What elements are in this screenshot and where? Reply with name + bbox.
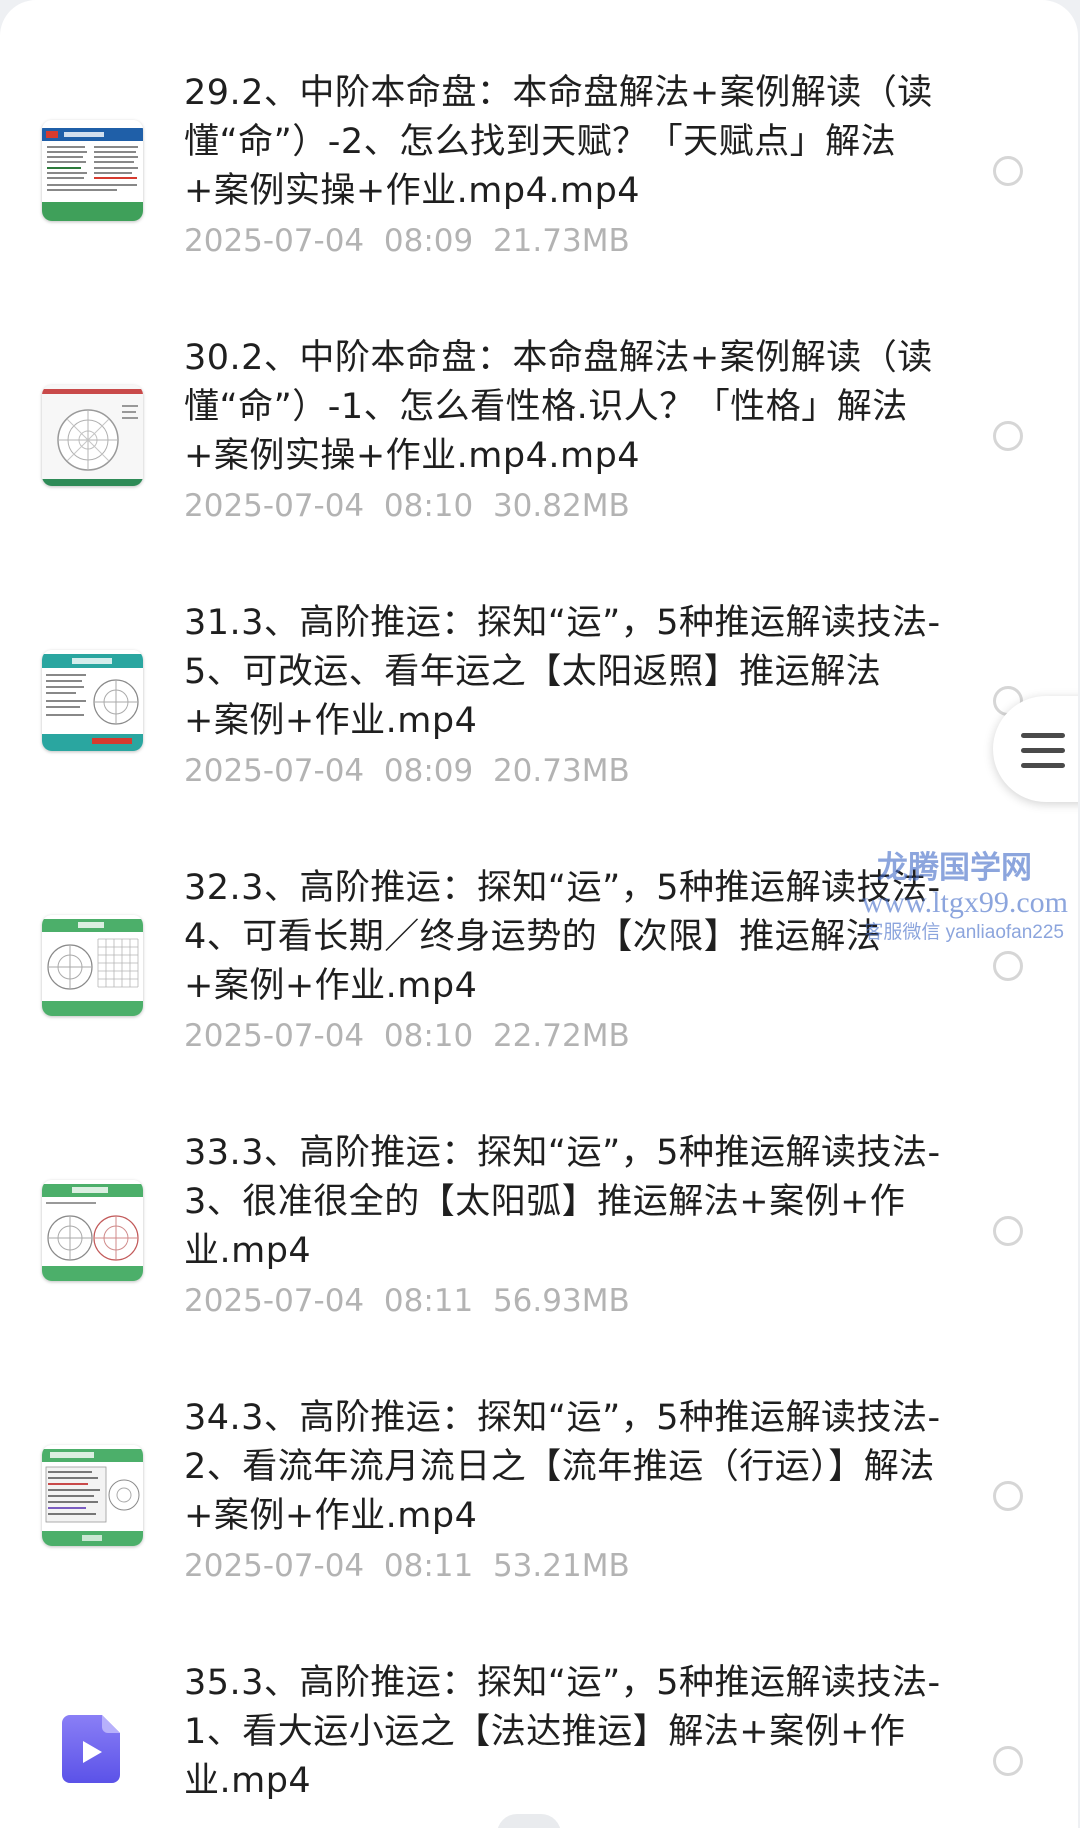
file-date: 2025-07-04 (184, 1018, 365, 1054)
video-thumbnail (42, 1180, 143, 1281)
file-list-item[interactable]: 32.3、高阶推运：探知“运”，5种推运解读技法-4、可看长期／终身运势的【次限… (0, 854, 1078, 1119)
file-time: 08:11 (383, 1548, 474, 1584)
file-size: 20.73MB (492, 753, 630, 789)
select-radio[interactable] (993, 156, 1023, 186)
file-date: 2025-07-04 (184, 753, 365, 789)
file-meta: 2025-07-04 08:11 53.21MB (184, 1546, 630, 1586)
file-time: 08:10 (383, 488, 474, 524)
file-size: 56.93MB (492, 1283, 630, 1319)
file-date: 2025-07-04 (184, 223, 365, 259)
video-file-icon (62, 1715, 120, 1783)
file-name: 34.3、高阶推运：探知“运”，5种推运解读技法-2、看流年流月流日之【流年推运… (184, 1398, 941, 1536)
file-name: 29.2、中阶本命盘：本命盘解法+案例解读（读懂“命”）-2、怎么找到天赋？「天… (184, 73, 933, 211)
file-meta: 2025-07-04 08:09 20.73MB (184, 751, 630, 791)
file-list-panel: 29.2、中阶本命盘：本命盘解法+案例解读（读懂“命”）-2、怎么找到天赋？「天… (0, 0, 1078, 1828)
file-name: 35.3、高阶推运：探知“运”，5种推运解读技法-1、看大运小运之【法达推运】解… (184, 1663, 941, 1801)
file-size: 21.73MB (492, 223, 630, 259)
file-meta: 2025-07-04 08:10 30.82MB (184, 486, 630, 526)
file-list-item[interactable]: 31.3、高阶推运：探知“运”，5种推运解读技法-5、可改运、看年运之【太阳返照… (0, 589, 1078, 854)
file-time: 08:09 (383, 223, 474, 259)
file-name: 32.3、高阶推运：探知“运”，5种推运解读技法-4、可看长期／终身运势的【次限… (184, 868, 941, 1006)
file-date: 2025-07-04 (184, 488, 365, 524)
file-date: 2025-07-04 (184, 1548, 365, 1584)
file-list-item[interactable]: 33.3、高阶推运：探知“运”，5种推运解读技法-3、很准很全的【太阳弧】推运解… (0, 1119, 1078, 1384)
file-size: 22.72MB (492, 1018, 630, 1054)
file-name: 30.2、中阶本命盘：本命盘解法+案例解读（读懂“命”）-1、怎么看性格.识人？… (184, 338, 933, 476)
select-radio[interactable] (993, 1746, 1023, 1776)
file-date: 2025-07-04 (184, 1283, 365, 1319)
select-radio[interactable] (993, 951, 1023, 981)
file-size: 30.82MB (492, 488, 630, 524)
video-thumbnail (42, 385, 143, 486)
video-thumbnail (42, 120, 143, 221)
file-list-item[interactable]: 29.2、中阶本命盘：本命盘解法+案例解读（读懂“命”）-2、怎么找到天赋？「天… (0, 59, 1078, 324)
file-name: 33.3、高阶推运：探知“运”，5种推运解读技法-3、很准很全的【太阳弧】推运解… (184, 1133, 941, 1271)
select-radio[interactable] (993, 1481, 1023, 1511)
file-time: 08:10 (383, 1018, 474, 1054)
file-list-item[interactable]: 30.2、中阶本命盘：本命盘解法+案例解读（读懂“命”）-1、怎么看性格.识人？… (0, 324, 1078, 589)
file-meta: 2025-07-04 08:11 56.93MB (184, 1281, 630, 1321)
select-radio[interactable] (993, 1216, 1023, 1246)
file-time: 08:11 (383, 1283, 474, 1319)
file-list-item[interactable]: 34.3、高阶推运：探知“运”，5种推运解读技法-2、看流年流月流日之【流年推运… (0, 1384, 1078, 1649)
file-meta: 2025-07-04 08:09 21.73MB (184, 221, 630, 261)
file-name: 31.3、高阶推运：探知“运”，5种推运解读技法-5、可改运、看年运之【太阳返照… (184, 603, 941, 741)
file-size: 53.21MB (492, 1548, 630, 1584)
video-thumbnail (42, 915, 143, 1016)
bottom-handle (497, 1814, 561, 1828)
file-time: 08:09 (383, 753, 474, 789)
file-list-item[interactable]: 35.3、高阶推运：探知“运”，5种推运解读技法-1、看大运小运之【法达推运】解… (0, 1649, 1078, 1828)
video-thumbnail (42, 1445, 143, 1546)
video-thumbnail (42, 650, 143, 751)
select-radio[interactable] (993, 421, 1023, 451)
file-meta: 2025-07-04 08:10 22.72MB (184, 1016, 630, 1056)
hamburger-menu-icon (1021, 733, 1065, 778)
